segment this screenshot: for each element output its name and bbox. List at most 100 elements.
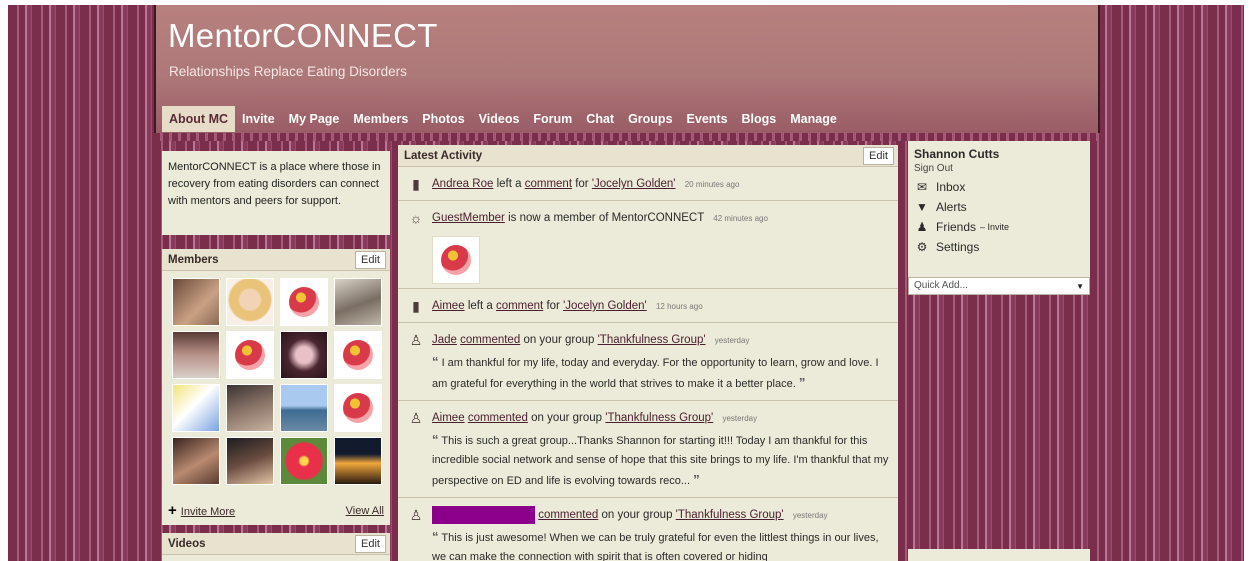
- page-wrapper: MentorCONNECT Relationships Replace Eati…: [154, 5, 1100, 561]
- header-divider: [154, 133, 1100, 141]
- activity-target[interactable]: 'Thankfulness Group': [598, 334, 706, 346]
- member-avatar[interactable]: [172, 384, 220, 432]
- member-avatar[interactable]: [280, 384, 328, 432]
- member-avatar[interactable]: [432, 236, 480, 284]
- activity-target[interactable]: 'Thankfulness Group': [676, 509, 784, 521]
- activity-actor[interactable]: Aimee: [432, 300, 465, 312]
- invite-friends-link[interactable]: – Invite: [980, 222, 1009, 232]
- activity-target[interactable]: 'Jocelyn Golden': [563, 300, 647, 312]
- tab-groups[interactable]: Groups: [621, 106, 679, 132]
- group-icon: ♙: [409, 332, 423, 348]
- member-avatar[interactable]: [280, 278, 328, 326]
- activity-actor[interactable]: Aimee: [432, 412, 465, 424]
- activity-panel: Latest Activity Edit ▮ Andrea Roe left a…: [398, 145, 898, 561]
- member-avatar[interactable]: [334, 384, 382, 432]
- timestamp: 42 minutes ago: [713, 214, 768, 223]
- activity-edit-button[interactable]: Edit: [863, 146, 894, 165]
- comment-icon: ▮: [412, 176, 420, 192]
- tab-chat[interactable]: Chat: [579, 106, 621, 132]
- user-name[interactable]: Shannon Cutts: [914, 147, 1084, 161]
- videos-header: Videos Edit: [162, 533, 390, 555]
- tab-members[interactable]: Members: [346, 106, 415, 132]
- member-avatar[interactable]: [172, 278, 220, 326]
- tab-invite[interactable]: Invite: [235, 106, 282, 132]
- activity-actor[interactable]: Jade: [432, 334, 457, 346]
- tab-about-mc[interactable]: About MC: [162, 106, 236, 132]
- activity-link[interactable]: commented: [468, 412, 528, 424]
- friends-icon: ♟: [916, 220, 928, 234]
- members-panel: Members Edit + Invite More View All: [162, 249, 390, 525]
- member-avatar[interactable]: [334, 437, 382, 485]
- redacted-name: [432, 506, 535, 524]
- activity-link[interactable]: commented: [538, 509, 598, 521]
- activity-item: ♙ Jade commented on your group 'Thankful…: [398, 323, 898, 401]
- activity-quote: “ This is such a great group...Thanks Sh…: [432, 432, 889, 487]
- close-quote-icon: ”: [693, 472, 700, 487]
- member-avatar[interactable]: [280, 437, 328, 485]
- invite-more-link[interactable]: + Invite More: [168, 502, 235, 519]
- menu-friends[interactable]: ♟ Friends – Invite: [914, 220, 1084, 234]
- user-panel: Shannon Cutts Sign Out ✉ Inbox ▼ Alerts …: [908, 141, 1090, 293]
- envelope-icon: ✉: [916, 180, 928, 194]
- member-avatar[interactable]: [172, 437, 220, 485]
- alert-icon: ▼: [916, 200, 928, 214]
- member-avatar[interactable]: [334, 278, 382, 326]
- activity-header: Latest Activity Edit: [398, 145, 898, 167]
- comment-icon: ▮: [412, 298, 420, 314]
- open-quote-icon: “: [432, 529, 439, 545]
- plus-icon: +: [168, 502, 177, 519]
- tab-my-page[interactable]: My Page: [282, 106, 347, 132]
- sign-out-link[interactable]: Sign Out: [914, 163, 1084, 174]
- tab-photos[interactable]: Photos: [415, 106, 471, 132]
- activity-target[interactable]: 'Thankfulness Group': [605, 412, 713, 424]
- menu-alerts[interactable]: ▼ Alerts: [914, 200, 1084, 214]
- close-quote-icon: ”: [798, 375, 806, 390]
- members-header: Members Edit: [162, 249, 390, 271]
- menu-settings[interactable]: ⚙ Settings: [914, 240, 1084, 254]
- activity-link[interactable]: comment: [496, 300, 543, 312]
- member-avatar[interactable]: [226, 278, 274, 326]
- site-tagline: Relationships Replace Eating Disorders: [169, 64, 407, 79]
- open-quote-icon: “: [432, 432, 439, 447]
- quick-add-select[interactable]: Quick Add... ▼: [908, 277, 1090, 295]
- chevron-down-icon: ▼: [1076, 282, 1084, 291]
- members-edit-button[interactable]: Edit: [355, 250, 386, 269]
- activity-title: Latest Activity: [404, 149, 483, 162]
- member-avatar[interactable]: [226, 384, 274, 432]
- activity-item: ♙ commented on your group 'Thankfulness …: [398, 498, 898, 561]
- new-member-icon: ☼: [409, 210, 423, 226]
- activity-quote: “ This is just awesome! When we can be t…: [432, 529, 879, 561]
- tab-forum[interactable]: Forum: [526, 106, 579, 132]
- tab-events[interactable]: Events: [680, 106, 735, 132]
- tab-blogs[interactable]: Blogs: [735, 106, 784, 132]
- menu-inbox[interactable]: ✉ Inbox: [914, 180, 1084, 194]
- activity-item: ♙ Aimee commented on your group 'Thankfu…: [398, 401, 898, 498]
- activity-item: ☼ GuestMember is now a member of MentorC…: [398, 201, 898, 289]
- timestamp: yesterday: [722, 414, 758, 423]
- timestamp: 20 minutes ago: [684, 180, 740, 189]
- activity-target[interactable]: 'Jocelyn Golden': [592, 178, 676, 190]
- tab-videos[interactable]: Videos: [472, 106, 527, 132]
- view-all-link[interactable]: View All: [346, 505, 384, 517]
- timestamp: 12 hours ago: [655, 302, 703, 311]
- tab-manage[interactable]: Manage: [783, 106, 844, 132]
- member-avatar[interactable]: [334, 331, 382, 379]
- member-avatar[interactable]: [226, 331, 274, 379]
- activity-item: ▮ Andrea Roe left a comment for 'Jocelyn…: [398, 167, 898, 201]
- member-thumbnails: [162, 271, 390, 485]
- timestamp: yesterday: [792, 511, 828, 521]
- activity-link[interactable]: commented: [460, 334, 520, 346]
- videos-edit-button[interactable]: Edit: [355, 534, 386, 553]
- main-nav: About MC Invite My Page Members Photos V…: [162, 106, 844, 132]
- about-panel: MentorCONNECT is a place where those in …: [162, 151, 390, 235]
- member-avatar[interactable]: [172, 331, 220, 379]
- member-avatar[interactable]: [280, 331, 328, 379]
- videos-panel: Videos Edit: [162, 533, 390, 561]
- member-avatar[interactable]: [226, 437, 274, 485]
- site-title[interactable]: MentorCONNECT: [168, 17, 438, 55]
- videos-title: Videos: [168, 537, 206, 550]
- activity-actor[interactable]: Andrea Roe: [432, 178, 493, 190]
- activity-link[interactable]: comment: [525, 178, 572, 190]
- settings-icon: ⚙: [916, 240, 928, 254]
- activity-actor[interactable]: GuestMember: [432, 212, 505, 224]
